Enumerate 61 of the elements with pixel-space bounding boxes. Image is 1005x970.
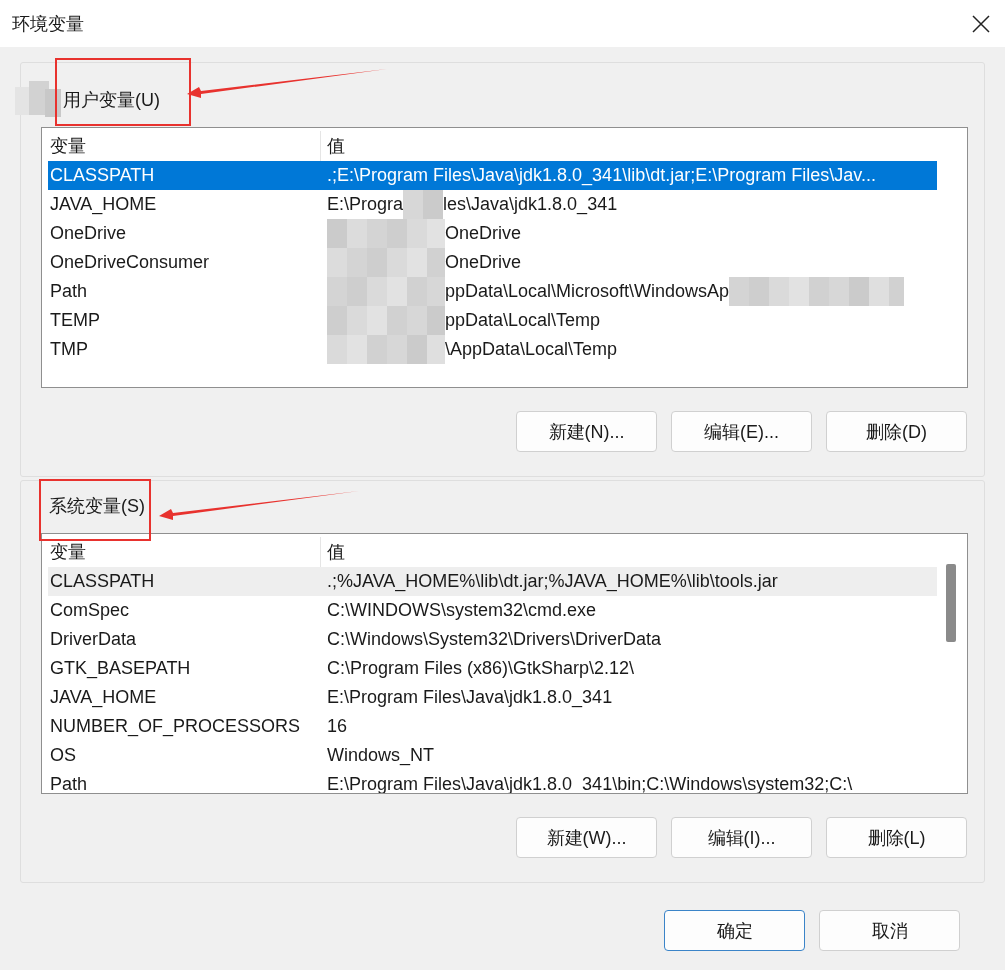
table-row[interactable]: OS Windows_NT	[48, 741, 937, 770]
table-row[interactable]: GTK_BASEPATH C:\Program Files (x86)\GtkSharp\2.12\	[48, 654, 937, 683]
table-cell-text: ComSpec	[49, 600, 131, 621]
table-cell: \AppData\Local\Temp	[445, 339, 618, 360]
table-row[interactable]: CLASSPATH .;E:\Program Files\Java\jdk1.8.0_341\lib\dt.jar;E:\Program Files\Jav...	[48, 161, 937, 190]
table-cell: E:\Program Files\Java\jdk1.8.0_341	[327, 687, 613, 708]
table-cell: Windows_NT	[327, 745, 435, 766]
table-cell: .;%JAVA_HOME%\lib\dt.jar;%JAVA_HOME%\lib\tools.jar	[327, 571, 778, 592]
table-row[interactable]: NUMBER_OF_PROCESSORS 16	[48, 712, 937, 741]
table-cell-text: TMP	[49, 339, 89, 360]
table-row[interactable]: TMP \AppData\Local\Temp	[48, 335, 937, 364]
table-cell: C:\Program Files (x86)\GtkSharp\2.12\	[327, 658, 635, 679]
table-cell-text: NUMBER_OF_PROCESSORS	[49, 716, 302, 737]
table-cell-text: JAVA_HOME	[49, 194, 158, 215]
dialog-button[interactable]: 新建(N)...	[516, 411, 657, 452]
close-icon[interactable]	[972, 14, 990, 33]
table-row[interactable]: TEMP ppData\Local\Temp	[48, 306, 937, 335]
table-cell: les\Java\jdk1.8.0_341	[443, 194, 618, 215]
table-cell-text: Path	[49, 774, 89, 793]
table-cell-text: OS	[49, 745, 77, 766]
dialog-button[interactable]: 取消	[819, 910, 960, 951]
table-cell-text: GTK_BASEPATH	[49, 658, 192, 679]
table-cell: E:\Progra	[327, 194, 404, 215]
table-cell: ppData\Local\Temp	[445, 310, 601, 331]
table-row[interactable]: OneDrive OneDrive	[48, 219, 937, 248]
dialog-button[interactable]: 新建(W)...	[516, 817, 657, 858]
table-row[interactable]: ComSpec C:\WINDOWS\system32\cmd.exe	[48, 596, 937, 625]
table-cell: 16	[327, 716, 348, 737]
table-cell-text: TEMP	[49, 310, 101, 331]
table-row[interactable]: Path ppData\Local\Microsoft\WindowsAp	[48, 277, 937, 306]
table-row[interactable]: OneDriveConsumer OneDrive	[48, 248, 937, 277]
column-header[interactable]: 变量	[48, 131, 320, 161]
table-cell: ppData\Local\Microsoft\WindowsAp	[445, 281, 730, 302]
column-header[interactable]: 变量	[48, 537, 320, 567]
dialog-button[interactable]: 确定	[664, 910, 805, 951]
dialog-button[interactable]: 编辑(I)...	[671, 817, 812, 858]
group-label: 系统变量(S)	[48, 495, 145, 518]
table-cell: OneDrive	[445, 252, 522, 273]
scrollbar-thumb[interactable]	[946, 564, 956, 642]
table-cell-text: JAVA_HOME	[49, 687, 158, 708]
table-cell-text: Path	[49, 281, 89, 302]
table-row[interactable]: JAVA_HOME E:\Program Files\Java\jdk1.8.0_341	[48, 683, 937, 712]
table-row[interactable]: Path E:\Program Files\Java\jdk1.8.0_341\bin;C:\Windows\system32;C:\	[48, 770, 937, 793]
dialog-button[interactable]: 编辑(E)...	[671, 411, 812, 452]
table-row[interactable]: JAVA_HOME E:\Progra les\Java\jdk1.8.0_341	[48, 190, 937, 219]
table-row[interactable]: CLASSPATH .;%JAVA_HOME%\lib\dt.jar;%JAVA_HOME%\lib\tools.jar	[48, 567, 937, 596]
dialog-button[interactable]: 删除(L)	[826, 817, 967, 858]
group-label: 用户变量(U)	[62, 89, 160, 112]
table-cell-text: DriverData	[49, 629, 138, 650]
dialog-button[interactable]: 删除(D)	[826, 411, 967, 452]
table-row[interactable]: DriverData C:\Windows\System32\Drivers\DriverData	[48, 625, 937, 654]
table-cell: OneDrive	[445, 223, 522, 244]
window-title: 环境变量	[12, 12, 84, 36]
table-cell-text: OneDrive	[49, 223, 128, 244]
table-cell: .;E:\Program Files\Java\jdk1.8.0_341\lib\dt.jar;E:\Program Files\Jav...	[327, 165, 876, 186]
table-cell-text: OneDriveConsumer	[49, 252, 211, 273]
table-cell: C:\WINDOWS\system32\cmd.exe	[327, 600, 597, 621]
table-cell: E:\Program Files\Java\jdk1.8.0_341\bin;C:\Windows\system32;C:\	[327, 774, 853, 793]
table-cell: C:\Windows\System32\Drivers\DriverData	[327, 629, 662, 650]
table-cell-text: CLASSPATH	[49, 165, 156, 186]
table-cell-text: CLASSPATH	[49, 571, 156, 592]
